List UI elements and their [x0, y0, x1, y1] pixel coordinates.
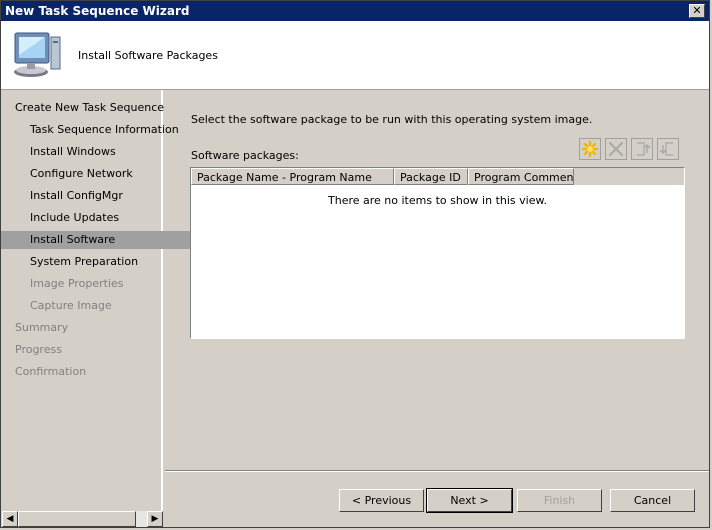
window-title: New Task Sequence Wizard — [5, 4, 190, 18]
button-separator — [165, 470, 709, 472]
step-capture-image: Capture Image — [30, 299, 112, 312]
main-content: Select the software package to be run wi… — [165, 90, 709, 470]
move-up-button[interactable] — [631, 138, 653, 160]
sidebar-horizontal-scrollbar[interactable]: ◀ ▶ — [2, 511, 163, 527]
delete-x-icon — [609, 142, 623, 156]
step-image-properties: Image Properties — [30, 277, 124, 290]
scrollbar-thumb[interactable] — [18, 511, 136, 527]
step-configure-network[interactable]: Configure Network — [1, 165, 190, 183]
software-packages-label: Software packages: — [191, 149, 299, 162]
step-create-new-task-sequence[interactable]: Create New Task Sequence — [1, 99, 175, 117]
next-button[interactable]: Next > — [426, 488, 513, 513]
close-button[interactable]: ✕ — [689, 4, 705, 18]
step-install-configmgr[interactable]: Install ConfigMgr — [1, 187, 190, 205]
arrow-left-icon: ◀ — [6, 514, 14, 524]
finish-button: Finish — [517, 489, 602, 512]
move-down-button[interactable] — [657, 138, 679, 160]
wizard-step-list: Create New Task Sequence Task Sequence I… — [1, 90, 190, 511]
new-star-icon — [581, 140, 599, 158]
step-summary: Summary — [15, 321, 69, 334]
delete-package-button[interactable] — [605, 138, 627, 160]
page-title: Install Software Packages — [78, 49, 218, 62]
column-header-program-comments[interactable]: Program Comments — [468, 168, 574, 185]
wizard-window: New Task Sequence Wizard ✕ Install Softw… — [0, 0, 710, 528]
step-system-preparation[interactable]: System Preparation — [1, 253, 190, 271]
move-down-icon — [659, 142, 673, 156]
step-confirmation: Confirmation — [15, 365, 87, 378]
cancel-button[interactable]: Cancel — [610, 489, 695, 512]
move-up-icon — [637, 142, 651, 156]
instruction-text: Select the software package to be run wi… — [191, 113, 593, 126]
new-package-button[interactable] — [579, 138, 601, 160]
empty-list-message: There are no items to show in this view. — [328, 194, 547, 207]
column-header-package-name[interactable]: Package Name - Program Name — [191, 168, 394, 185]
title-bar[interactable]: New Task Sequence Wizard ✕ — [1, 1, 709, 21]
computer-icon — [14, 32, 61, 77]
step-install-windows[interactable]: Install Windows — [1, 143, 190, 161]
close-icon: ✕ — [692, 4, 702, 17]
step-install-software[interactable]: Install Software — [1, 231, 190, 249]
step-include-updates[interactable]: Include Updates — [1, 209, 190, 227]
software-packages-list[interactable]: Package Name - Program Name Package ID P… — [190, 167, 685, 339]
previous-button[interactable]: < Previous — [339, 489, 424, 512]
column-header-package-id[interactable]: Package ID — [394, 168, 468, 185]
arrow-right-icon: ▶ — [151, 514, 159, 524]
step-progress: Progress — [15, 343, 62, 356]
step-task-sequence-information[interactable]: Task Sequence Information — [1, 121, 190, 139]
list-header: Package Name - Program Name Package ID P… — [191, 168, 684, 185]
scroll-right-button[interactable]: ▶ — [147, 511, 163, 527]
scroll-left-button[interactable]: ◀ — [2, 511, 18, 527]
wizard-header: Install Software Packages — [1, 21, 709, 90]
